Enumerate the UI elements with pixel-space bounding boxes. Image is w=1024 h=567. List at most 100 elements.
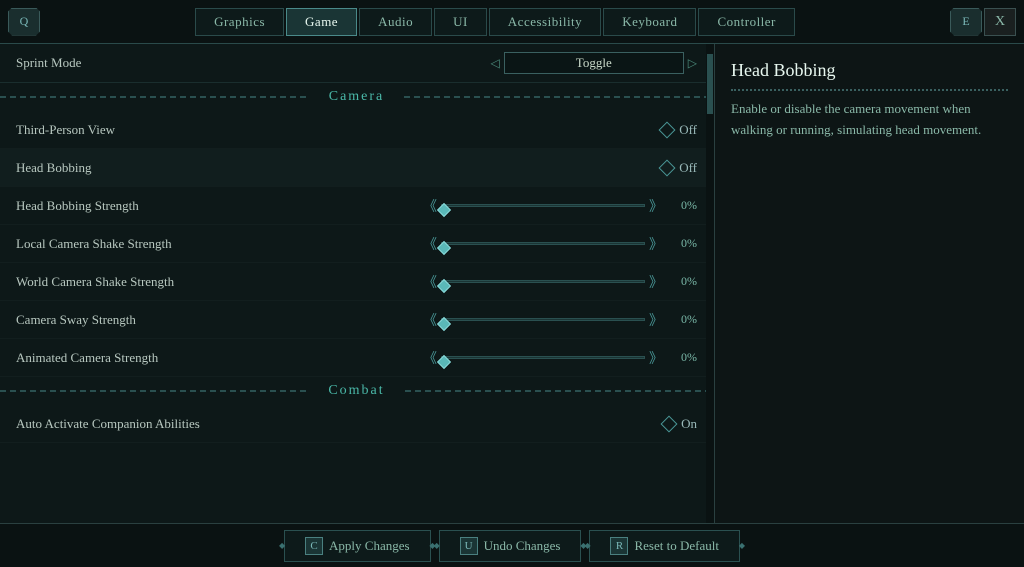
third-person-value: Off bbox=[679, 122, 697, 138]
settings-panel: Sprint Mode ◁ Toggle ▷ Camera Third-Pers… bbox=[0, 44, 714, 523]
slider-left-arrow[interactable]: 《 bbox=[423, 196, 437, 216]
slider-track bbox=[441, 204, 645, 207]
info-panel: Head Bobbing Enable or disable the camer… bbox=[714, 44, 1024, 523]
slider-right-arrow-5[interactable]: 》 bbox=[649, 348, 663, 368]
slider-track-3 bbox=[441, 280, 645, 283]
reset-default-button[interactable]: R Reset to Default bbox=[589, 530, 739, 562]
slider-track-container-5: 《 》 bbox=[423, 348, 663, 368]
slider-track-container-4: 《 》 bbox=[423, 310, 663, 330]
nav-corner-right[interactable]: E bbox=[950, 8, 982, 36]
slider-handle-2[interactable] bbox=[437, 241, 451, 255]
tab-ui[interactable]: UI bbox=[434, 8, 487, 36]
apply-key-badge: C bbox=[305, 537, 323, 555]
sprint-arrow-right[interactable]: ▷ bbox=[688, 56, 697, 71]
slider-handle-5[interactable] bbox=[437, 355, 451, 369]
sprint-arrow-left[interactable]: ◁ bbox=[491, 56, 500, 71]
head-bobbing-strength-row[interactable]: Head Bobbing Strength 《 》 0% bbox=[0, 187, 713, 225]
scrollbar[interactable] bbox=[706, 44, 714, 523]
head-bobbing-strength-label: Head Bobbing Strength bbox=[16, 198, 423, 214]
animated-camera-slider[interactable]: 《 》 0% bbox=[423, 348, 697, 368]
head-bobbing-row[interactable]: Head Bobbing Off bbox=[0, 149, 713, 187]
world-camera-shake-value: 0% bbox=[669, 274, 697, 289]
slider-right-arrow[interactable]: 》 bbox=[649, 196, 663, 216]
camera-sway-row[interactable]: Camera Sway Strength 《 》 0% bbox=[0, 301, 713, 339]
slider-track-4 bbox=[441, 318, 645, 321]
slider-right-arrow-2[interactable]: 》 bbox=[649, 234, 663, 254]
slider-left-arrow-2[interactable]: 《 bbox=[423, 234, 437, 254]
slider-left-arrow-5[interactable]: 《 bbox=[423, 348, 437, 368]
slider-track-container-3: 《 》 bbox=[423, 272, 663, 292]
slider-handle-3[interactable] bbox=[437, 279, 451, 293]
world-camera-shake-label: World Camera Shake Strength bbox=[16, 274, 423, 290]
sprint-mode-label: Sprint Mode bbox=[16, 55, 491, 71]
info-description: Enable or disable the camera movement wh… bbox=[731, 99, 1008, 141]
third-person-view-row[interactable]: Third-Person View Off bbox=[0, 111, 713, 149]
scrollbar-thumb[interactable] bbox=[707, 54, 713, 114]
head-bobbing-strength-slider[interactable]: 《 》 0% bbox=[423, 196, 697, 216]
slider-track-container-2: 《 》 bbox=[423, 234, 663, 254]
tab-controller[interactable]: Controller bbox=[698, 8, 794, 36]
reset-default-label: Reset to Default bbox=[634, 538, 718, 554]
head-bobbing-toggle[interactable]: Off bbox=[661, 160, 697, 176]
slider-right-arrow-3[interactable]: 》 bbox=[649, 272, 663, 292]
auto-activate-row[interactable]: Auto Activate Companion Abilities On bbox=[0, 405, 713, 443]
diamond-icon-2 bbox=[659, 159, 676, 176]
undo-changes-button[interactable]: U Undo Changes bbox=[439, 530, 582, 562]
header-line-right bbox=[404, 96, 713, 98]
slider-track-container: 《 》 bbox=[423, 196, 663, 216]
third-person-toggle[interactable]: Off bbox=[661, 122, 697, 138]
combat-section-title: Combat bbox=[308, 383, 404, 399]
head-bobbing-strength-value: 0% bbox=[669, 198, 697, 213]
tab-accessibility[interactable]: Accessibility bbox=[489, 8, 601, 36]
tab-keyboard[interactable]: Keyboard bbox=[603, 8, 696, 36]
tab-graphics[interactable]: Graphics bbox=[195, 8, 284, 36]
auto-activate-toggle[interactable]: On bbox=[663, 416, 697, 432]
bottom-bar: C Apply Changes U Undo Changes R Reset t… bbox=[0, 523, 1024, 567]
camera-sway-slider[interactable]: 《 》 0% bbox=[423, 310, 697, 330]
head-bobbing-value: Off bbox=[679, 160, 697, 176]
camera-section-header: Camera bbox=[0, 83, 713, 111]
slider-right-arrow-4[interactable]: 》 bbox=[649, 310, 663, 330]
tab-audio[interactable]: Audio bbox=[359, 8, 432, 36]
combat-header-line-right bbox=[405, 390, 713, 392]
world-camera-shake-row[interactable]: World Camera Shake Strength 《 》 0% bbox=[0, 263, 713, 301]
undo-changes-label: Undo Changes bbox=[484, 538, 561, 554]
info-title: Head Bobbing bbox=[731, 60, 1008, 91]
close-button[interactable]: X bbox=[984, 8, 1016, 36]
header-line-left bbox=[0, 96, 309, 98]
world-camera-shake-slider[interactable]: 《 》 0% bbox=[423, 272, 697, 292]
local-camera-shake-label: Local Camera Shake Strength bbox=[16, 236, 423, 252]
slider-left-arrow-4[interactable]: 《 bbox=[423, 310, 437, 330]
auto-activate-value: On bbox=[681, 416, 697, 432]
head-bobbing-label: Head Bobbing bbox=[16, 160, 661, 176]
combat-header-line-left bbox=[0, 390, 308, 392]
nav-corner-left[interactable]: Q bbox=[8, 8, 40, 36]
tab-game[interactable]: Game bbox=[286, 8, 357, 36]
reset-key-badge: R bbox=[610, 537, 628, 555]
camera-section-title: Camera bbox=[309, 89, 405, 105]
apply-changes-label: Apply Changes bbox=[329, 538, 410, 554]
diamond-icon-3 bbox=[661, 415, 678, 432]
slider-track-5 bbox=[441, 356, 645, 359]
slider-handle[interactable] bbox=[437, 203, 451, 217]
auto-activate-label: Auto Activate Companion Abilities bbox=[16, 416, 663, 432]
camera-sway-value: 0% bbox=[669, 312, 697, 327]
slider-handle-4[interactable] bbox=[437, 317, 451, 331]
local-camera-shake-value: 0% bbox=[669, 236, 697, 251]
local-camera-shake-row[interactable]: Local Camera Shake Strength 《 》 0% bbox=[0, 225, 713, 263]
animated-camera-label: Animated Camera Strength bbox=[16, 350, 423, 366]
main-layout: Sprint Mode ◁ Toggle ▷ Camera Third-Pers… bbox=[0, 44, 1024, 523]
diamond-icon bbox=[659, 121, 676, 138]
top-navigation: Q Graphics Game Audio UI Accessibility K… bbox=[0, 0, 1024, 44]
camera-sway-label: Camera Sway Strength bbox=[16, 312, 423, 328]
nav-tabs: Graphics Game Audio UI Accessibility Key… bbox=[42, 8, 948, 36]
apply-changes-button[interactable]: C Apply Changes bbox=[284, 530, 431, 562]
sprint-mode-value: Toggle bbox=[504, 52, 684, 74]
animated-camera-row[interactable]: Animated Camera Strength 《 》 0% bbox=[0, 339, 713, 377]
local-camera-shake-slider[interactable]: 《 》 0% bbox=[423, 234, 697, 254]
undo-key-badge: U bbox=[460, 537, 478, 555]
slider-track-2 bbox=[441, 242, 645, 245]
combat-section-header: Combat bbox=[0, 377, 713, 405]
sprint-mode-control[interactable]: ◁ Toggle ▷ bbox=[491, 52, 697, 74]
slider-left-arrow-3[interactable]: 《 bbox=[423, 272, 437, 292]
